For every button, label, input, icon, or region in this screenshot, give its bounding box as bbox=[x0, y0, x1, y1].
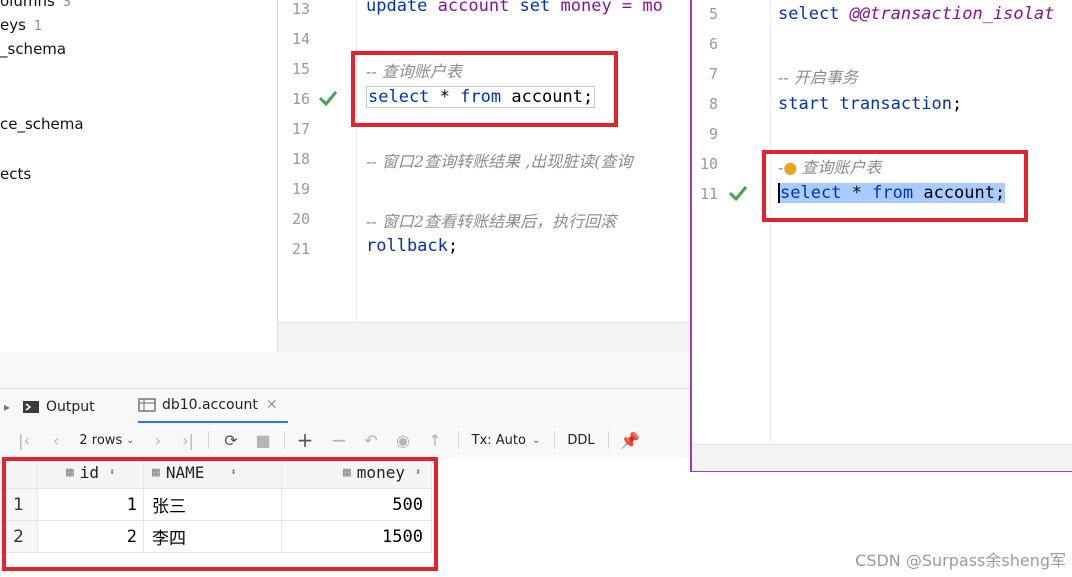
code-comment[interactable]: -- 开启事务 bbox=[778, 64, 858, 88]
rows-count-dropdown[interactable]: 2 rows ⌄ bbox=[74, 423, 140, 457]
revert-icon[interactable]: ↶ bbox=[358, 423, 384, 457]
code-line-8[interactable]: start transaction; bbox=[778, 94, 962, 114]
tree-item-label: olumns bbox=[0, 0, 55, 10]
identifier: account bbox=[427, 0, 520, 16]
tabs-overflow-icon[interactable]: ▸ bbox=[4, 389, 18, 424]
highlight-box bbox=[762, 150, 1028, 222]
tab-db10-account[interactable]: db10.account ✕ bbox=[138, 389, 288, 424]
tree-item-count: 1 bbox=[33, 19, 43, 34]
editor1-gutter: 13 14 15 16 17 18 19 20 21 bbox=[278, 0, 357, 322]
line-number: 8 bbox=[708, 95, 718, 113]
tree-item-label: ce_schema bbox=[0, 115, 84, 133]
tree-item-performance-schema[interactable]: ce_schema bbox=[0, 115, 84, 133]
watermark-text: CSDN @Surpass余sheng军 bbox=[855, 551, 1066, 570]
preview-changes-icon[interactable]: ◉ bbox=[390, 423, 416, 457]
code-line-5[interactable]: select @@transaction_isolat bbox=[778, 4, 1054, 24]
code-text: ; bbox=[952, 94, 963, 114]
code-comment[interactable]: -- 窗口2查看转账结果后，执行回滚 bbox=[366, 208, 616, 232]
toolbar-separator bbox=[208, 431, 209, 449]
ddl-label: DDL bbox=[567, 432, 595, 448]
ddl-button[interactable]: DDL bbox=[562, 423, 600, 457]
close-tab-icon[interactable]: ✕ bbox=[266, 397, 278, 413]
code-text: ; bbox=[447, 236, 459, 256]
line-number: 21 bbox=[291, 240, 310, 258]
stop-icon[interactable]: ■ bbox=[250, 423, 276, 457]
highlight-box bbox=[351, 51, 618, 127]
tab-output[interactable]: Output bbox=[22, 389, 127, 424]
tab-label: Output bbox=[46, 398, 95, 415]
add-row-icon[interactable]: + bbox=[292, 423, 318, 457]
chevron-down-icon: ⌄ bbox=[531, 434, 541, 446]
identifier: @@transaction_isolat bbox=[839, 4, 1055, 24]
execution-success-check-icon bbox=[318, 91, 338, 106]
toolbar-separator bbox=[554, 431, 555, 449]
line-number: 7 bbox=[708, 65, 718, 83]
editor2-gutter: 5 6 7 8 9 10 11 bbox=[692, 0, 771, 444]
line-number: 11 bbox=[699, 185, 718, 203]
tab-label: db10.account bbox=[162, 397, 258, 413]
table-icon bbox=[138, 398, 156, 412]
keyword: transaction bbox=[829, 94, 953, 114]
rows-count-label: 2 rows bbox=[79, 432, 123, 448]
tree-item-schema[interactable]: _schema bbox=[0, 40, 66, 58]
line-number: 13 bbox=[291, 0, 310, 18]
tree-item-columns[interactable]: olumns 3 bbox=[0, 0, 71, 10]
result-grid: ▦ id ⬍ ▦ NAME ⬍ ▦ money ⬍ 1 1 张三 500 2 2 李四 15… bbox=[0, 457, 690, 577]
execution-success-check-icon bbox=[728, 186, 748, 201]
line-number: 5 bbox=[708, 5, 718, 23]
transaction-mode-label: Tx: Auto bbox=[471, 432, 526, 448]
previous-page-icon[interactable]: ‹ bbox=[44, 423, 68, 457]
submit-icon[interactable]: ↑ bbox=[422, 423, 448, 457]
keyword: start bbox=[778, 94, 830, 114]
line-number: 17 bbox=[291, 120, 310, 138]
sql-editor-window2[interactable]: 5 6 7 8 9 10 11 select @@transaction_iso… bbox=[690, 0, 1072, 472]
line-number: 14 bbox=[291, 30, 310, 48]
console-icon bbox=[23, 400, 39, 413]
tree-item-objects[interactable]: ects bbox=[0, 165, 31, 183]
code-line-21[interactable]: rollback; bbox=[366, 236, 458, 256]
keyword: set bbox=[519, 0, 551, 16]
toolbar-separator bbox=[608, 431, 609, 449]
line-number: 18 bbox=[291, 150, 310, 168]
tree-item-keys[interactable]: eys 1 bbox=[0, 16, 42, 34]
pin-tab-icon[interactable]: 📌 bbox=[616, 423, 644, 457]
editor2-statusbar bbox=[692, 444, 1072, 471]
tree-item-count: 3 bbox=[62, 0, 72, 10]
line-number: 19 bbox=[291, 180, 310, 198]
keyword: select bbox=[778, 4, 840, 24]
keyword: update bbox=[366, 0, 428, 16]
first-page-icon[interactable]: |‹ bbox=[12, 423, 36, 457]
tree-item-label: eys bbox=[0, 16, 26, 34]
last-page-icon[interactable]: ›| bbox=[176, 423, 200, 457]
line-number: 15 bbox=[291, 60, 310, 78]
tree-item-label: _schema bbox=[0, 40, 67, 58]
editor1-statusbar bbox=[278, 322, 690, 353]
identifier: = mo bbox=[611, 0, 663, 16]
line-number: 6 bbox=[708, 35, 718, 53]
code-comment[interactable]: -- 窗口2查询转账结果 ,出现脏读(查询 bbox=[366, 148, 633, 172]
result-tabs: ▸ Output db10.account ✕ bbox=[0, 388, 690, 424]
next-page-icon[interactable]: › bbox=[146, 423, 170, 457]
identifier: money bbox=[550, 0, 612, 16]
result-toolbar: |‹ ‹ 2 rows ⌄ › ›| ⟳ ■ + − ↶ ◉ ↑ Tx: Auto… bbox=[0, 423, 690, 458]
code-line-13[interactable]: update account set money = mo bbox=[366, 0, 663, 16]
toolbar-separator bbox=[458, 431, 459, 449]
tree-item-label: ects bbox=[0, 165, 32, 183]
line-number: 10 bbox=[699, 155, 718, 173]
toolbar-separator bbox=[284, 431, 285, 449]
line-number: 20 bbox=[291, 210, 310, 228]
keyword: rollback bbox=[366, 236, 448, 256]
transaction-mode-dropdown[interactable]: Tx: Auto ⌄ bbox=[466, 423, 546, 457]
line-number: 9 bbox=[708, 125, 718, 143]
database-tree-panel: olumns 3 eys 1 _schema ce_schema ects bbox=[0, 0, 278, 352]
refresh-icon[interactable]: ⟳ bbox=[218, 423, 244, 457]
sql-editor-window1[interactable]: 13 14 15 16 17 18 19 20 21 update accoun… bbox=[278, 0, 690, 353]
chevron-down-icon: ⌄ bbox=[126, 434, 135, 446]
highlight-box bbox=[2, 457, 438, 571]
line-number: 16 bbox=[291, 90, 310, 108]
delete-row-icon[interactable]: − bbox=[326, 423, 352, 457]
